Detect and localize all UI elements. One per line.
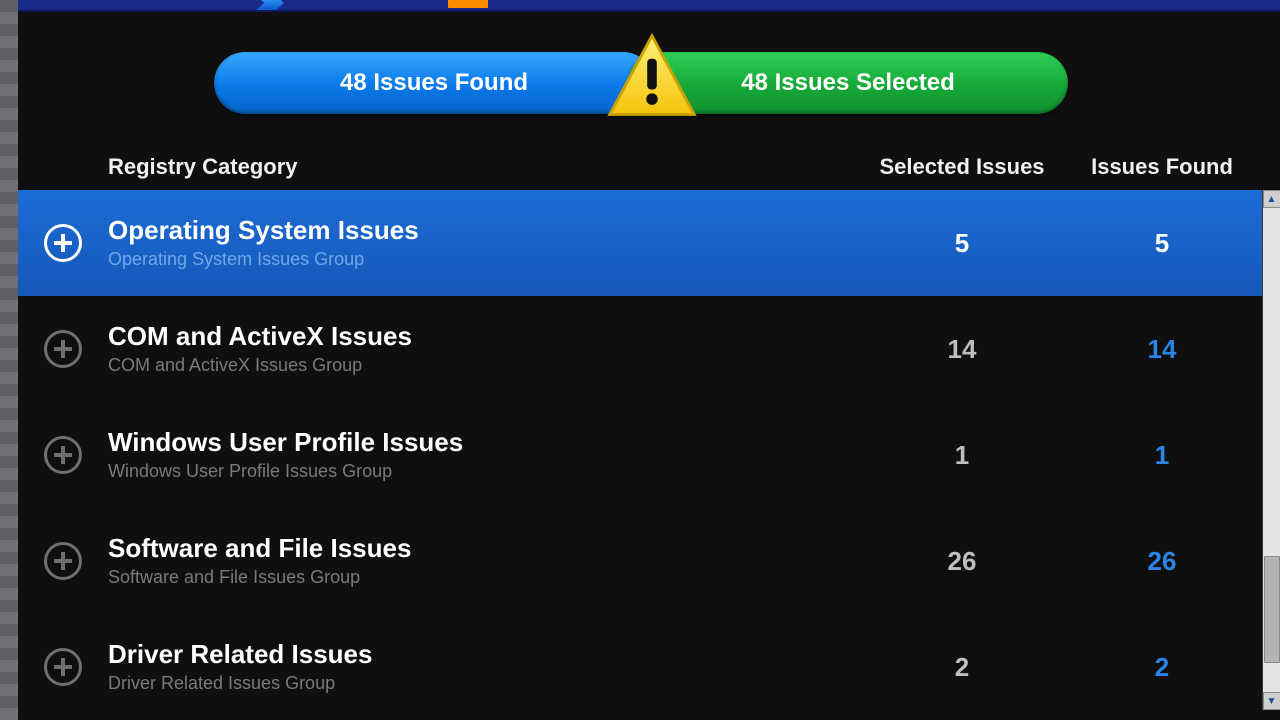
found-count: 14 [1062,334,1262,365]
table-row[interactable]: Windows User Profile Issues Windows User … [18,402,1262,508]
category-title: Driver Related Issues [108,640,862,670]
col-category: Registry Category [108,154,862,180]
active-tab-indicator [448,0,488,8]
table-row[interactable]: COM and ActiveX Issues COM and ActiveX Is… [18,296,1262,402]
scrollbar-thumb[interactable] [1264,556,1280,662]
expand-icon[interactable] [44,542,82,580]
issues-selected-pill[interactable]: 48 Issues Selected [628,52,1068,114]
found-count: 26 [1062,546,1262,577]
expand-icon[interactable] [44,648,82,686]
table-header-row: Registry Category Selected Issues Issues… [18,142,1280,190]
vertical-scrollbar[interactable]: ▲ ▼ [1262,190,1280,710]
scroll-up-button[interactable]: ▲ [1263,190,1280,208]
issues-found-label: 48 Issues Found [340,69,528,97]
category-subtitle: Software and File Issues Group [108,567,862,588]
category-subtitle: Operating System Issues Group [108,249,862,270]
found-count: 2 [1062,652,1262,683]
selected-count: 14 [862,334,1062,365]
col-selected: Selected Issues [862,154,1062,180]
list-viewport: Operating System Issues Operating System … [18,190,1280,710]
issues-found-pill[interactable]: 48 Issues Found [214,52,654,114]
selected-count: 2 [862,652,1062,683]
logo-arrow-icon [256,0,284,10]
found-count: 5 [1062,228,1262,259]
category-subtitle: COM and ActiveX Issues Group [108,355,862,376]
header-bar [18,0,1280,12]
issues-selected-label: 48 Issues Selected [741,69,954,97]
background-desktop-strip [0,0,18,720]
category-title: COM and ActiveX Issues [108,322,862,352]
category-subtitle: Driver Related Issues Group [108,673,862,694]
table-row[interactable]: Driver Related Issues Driver Related Issu… [18,614,1262,710]
table-row[interactable]: Software and File Issues Software and Fil… [18,508,1262,614]
category-list: Operating System Issues Operating System … [18,190,1262,710]
found-count: 1 [1062,440,1262,471]
table-row[interactable]: Operating System Issues Operating System … [18,190,1262,296]
scrollbar-track[interactable] [1263,208,1280,692]
selected-count: 1 [862,440,1062,471]
category-title: Operating System Issues [108,216,862,246]
scroll-down-button[interactable]: ▼ [1263,692,1280,710]
expand-icon[interactable] [44,330,82,368]
selected-count: 26 [862,546,1062,577]
summary-row: 48 Issues Found 48 Issues Selected [18,12,1280,142]
expand-icon[interactable] [44,224,82,262]
category-subtitle: Windows User Profile Issues Group [108,461,862,482]
category-title: Software and File Issues [108,534,862,564]
selected-count: 5 [862,228,1062,259]
app-window: 48 Issues Found 48 Issues Selected Regis… [18,0,1280,720]
expand-icon[interactable] [44,436,82,474]
col-found: Issues Found [1062,154,1262,180]
category-title: Windows User Profile Issues [108,428,862,458]
